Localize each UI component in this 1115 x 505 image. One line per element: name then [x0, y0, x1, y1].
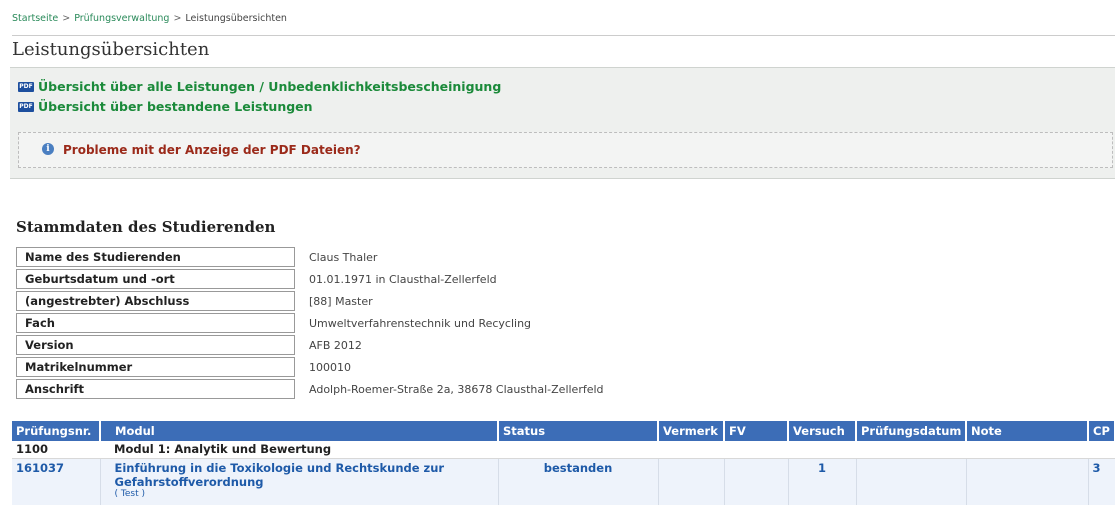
stammdaten-value: 100010 — [309, 360, 351, 374]
stammdaten-row: Fach Umweltverfahrenstechnik und Recycli… — [16, 313, 612, 333]
col-header-pruefungsnr[interactable]: Prüfungsnr. — [12, 421, 101, 441]
module-group-row: 1100 Modul 1: Analytik und Bewertung — [12, 441, 1115, 459]
breadcrumb-separator: > — [62, 13, 71, 24]
exam-datum — [856, 458, 967, 505]
stammdaten-row: (angestrebter) Abschluss [88] Master — [16, 291, 612, 311]
stammdaten-label: (angestrebter) Abschluss — [16, 291, 295, 311]
col-header-pruefungsdatum[interactable]: Prüfungsdatum — [856, 421, 967, 441]
stammdaten-row: Version AFB 2012 — [16, 335, 612, 355]
stammdaten-table: Name des Studierenden Claus Thaler Gebur… — [16, 245, 612, 401]
stammdaten-label: Geburtsdatum und -ort — [16, 269, 295, 289]
col-header-note[interactable]: Note — [966, 421, 1089, 441]
stammdaten-row: Anschrift Adolph-Roemer-Straße 2a, 38678… — [16, 379, 612, 399]
pdf-download-panel: PDF Übersicht über alle Leistungen / Unb… — [10, 67, 1115, 179]
page-title: Leistungsübersichten — [12, 35, 1115, 60]
page: Startseite > Prüfungsverwaltung > Leistu… — [0, 0, 1115, 505]
exam-type-tag: ( Test ) — [114, 488, 145, 499]
exam-nr: 161037 — [12, 458, 101, 505]
stammdaten-row: Name des Studierenden Claus Thaler — [16, 247, 612, 267]
group-nr: 1100 — [12, 441, 100, 459]
col-header-fv[interactable]: FV — [724, 421, 789, 441]
exam-versuch: 1 — [788, 458, 857, 505]
stammdaten-row: Geburtsdatum und -ort 01.01.1971 in Clau… — [16, 269, 612, 289]
col-header-versuch[interactable]: Versuch — [788, 421, 857, 441]
breadcrumb-link-pruefungsverwaltung[interactable]: Prüfungsverwaltung — [74, 13, 169, 24]
table-row: 161037 Einführung in die Toxikologie und… — [12, 458, 1115, 505]
col-header-vermerk[interactable]: Vermerk — [658, 421, 725, 441]
pdf-icon: PDF — [18, 101, 34, 112]
pdf-link-passed-results[interactable]: PDF Übersicht über bestandene Leistungen — [18, 99, 313, 114]
pdf-link-label[interactable]: Übersicht über alle Leistungen / Unbeden… — [38, 79, 501, 94]
breadcrumb-separator: > — [173, 13, 182, 24]
stammdaten-row: Matrikelnummer 100010 — [16, 357, 612, 377]
exam-cp: 3 — [1088, 458, 1115, 505]
breadcrumb-current: Leistungsübersichten — [185, 13, 287, 24]
results-header-row: Prüfungsnr. Modul Status Vermerk FV Vers… — [12, 421, 1115, 441]
exam-note — [966, 458, 1089, 505]
stammdaten-label: Fach — [16, 313, 295, 333]
pdf-link-all-results[interactable]: PDF Übersicht über alle Leistungen / Unb… — [18, 79, 501, 94]
results-table: Prüfungsnr. Modul Status Vermerk FV Vers… — [12, 421, 1115, 505]
stammdaten-value: Adolph-Roemer-Straße 2a, 38678 Clausthal… — [309, 382, 604, 396]
exam-vermerk — [658, 458, 725, 505]
stammdaten-value: [88] Master — [309, 294, 373, 308]
exam-module-name[interactable]: Einführung in die Toxikologie und Rechts… — [115, 461, 445, 489]
col-header-cp[interactable]: CP — [1088, 421, 1115, 441]
stammdaten-value: Umweltverfahrenstechnik und Recycling — [309, 316, 532, 330]
info-icon: i — [42, 143, 54, 155]
exam-module[interactable]: Einführung in die Toxikologie und Rechts… — [100, 458, 499, 505]
pdf-help-box: i Probleme mit der Anzeige der PDF Datei… — [18, 132, 1113, 168]
col-header-modul[interactable]: Modul — [100, 421, 499, 441]
stammdaten-value: AFB 2012 — [309, 338, 362, 352]
pdf-icon: PDF — [18, 81, 34, 92]
stammdaten-label: Name des Studierenden — [16, 247, 295, 267]
pdf-link-label[interactable]: Übersicht über bestandene Leistungen — [38, 99, 313, 114]
exam-fv — [724, 458, 789, 505]
breadcrumb-link-startseite[interactable]: Startseite — [12, 13, 58, 24]
stammdaten-value: 01.01.1971 in Clausthal-Zellerfeld — [309, 272, 497, 286]
stammdaten-label: Anschrift — [16, 379, 295, 399]
pdf-help-link[interactable]: Probleme mit der Anzeige der PDF Dateien… — [63, 143, 361, 157]
col-header-status[interactable]: Status — [498, 421, 659, 441]
stammdaten-label: Matrikelnummer — [16, 357, 295, 377]
stammdaten-title: Stammdaten des Studierenden — [16, 218, 276, 236]
stammdaten-value: Claus Thaler — [309, 250, 378, 264]
exam-status: bestanden — [498, 458, 659, 505]
stammdaten-label: Version — [16, 335, 295, 355]
group-name: Modul 1: Analytik und Bewertung — [100, 441, 1115, 459]
breadcrumb: Startseite > Prüfungsverwaltung > Leistu… — [12, 13, 287, 24]
